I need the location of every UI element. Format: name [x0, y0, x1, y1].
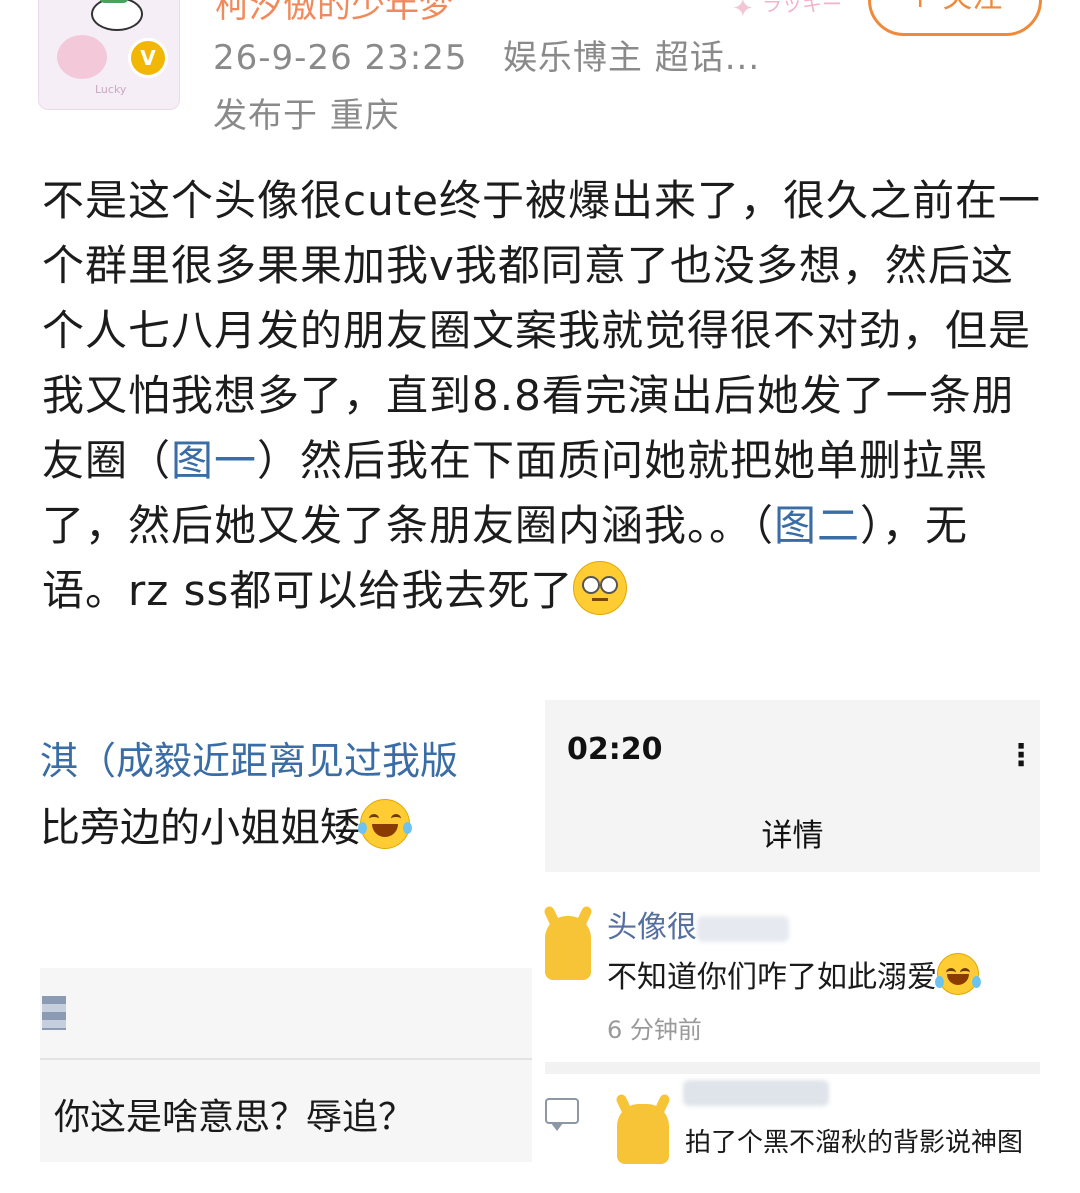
comment-bubble-icon — [545, 1098, 579, 1131]
image-1-line2: 比旁边的小姐姐矮 — [40, 795, 540, 853]
image-link-1[interactable]: 图一 — [171, 436, 257, 485]
tears-of-joy-emoji-icon — [358, 799, 412, 849]
comment-time: 6 分钟前 — [607, 1016, 702, 1044]
post-timestamp: 26-9-26 23:25 — [213, 38, 468, 78]
decoration-text: ラッキー — [762, 0, 842, 16]
image-chat-fragment[interactable]: 你这是啥意思？辱追？ — [40, 968, 532, 1162]
divider — [40, 1058, 532, 1060]
avatar-hat-shape — [99, 0, 129, 3]
blurred-name — [697, 915, 789, 942]
comment-text: 不知道你们咋了如此溺爱 — [607, 952, 981, 996]
screenshot-header: 02:20 ⋮ 详情 — [545, 700, 1040, 872]
screenshot-title: 详情 — [761, 818, 824, 854]
image-1-fragment[interactable]: 淇（成毅近距离见过我版 比旁边的小姐姐矮 — [40, 730, 540, 853]
verified-badge-icon: V — [128, 38, 168, 78]
moment-comment: 头像很 不知道你们咋了如此溺爱 6 分钟前 — [545, 872, 1040, 1062]
image-1-line1: 淇（成毅近距离见过我版 — [40, 739, 459, 783]
follow-button[interactable]: + 关注 — [868, 0, 1042, 36]
avatar-caption: Lucky — [95, 83, 127, 96]
moment-text: 拍了个黑不溜秋的背影说神图 — [685, 1128, 1024, 1158]
post-text: 不是这个头像很cute终于被爆出来了，很久之前在一个群里很多果果加我v我都同意了… — [42, 168, 1042, 623]
post-location: 发布于 重庆 — [213, 96, 400, 136]
pixel-avatar-icon — [42, 996, 66, 1030]
blurred-name — [683, 1080, 829, 1106]
eye-roll-emoji-icon — [573, 561, 628, 615]
image-link-2[interactable]: 图二 — [774, 501, 860, 550]
chat-message: 你这是啥意思？辱追？ — [54, 1097, 415, 1138]
avatar-bunny-shape — [57, 35, 107, 79]
sparkle-icon: ✦ — [732, 0, 754, 24]
username[interactable]: 柯汐傲的少年梦 — [215, 0, 453, 26]
more-icon: ⋮ — [1006, 738, 1036, 773]
moment-post: 拍了个黑不溜秋的背影说神图 — [545, 1074, 1040, 1193]
commenter-name: 头像很 — [607, 902, 789, 946]
image-2-screenshot[interactable]: 02:20 ⋮ 详情 头像很 不知道你们咋了如此溺爱 6 分钟前 拍了个黑不溜秋… — [545, 700, 1040, 1193]
post-meta: 26-9-26 23:25 娱乐博主 超话... — [213, 30, 760, 79]
tears-of-joy-emoji-icon — [935, 953, 981, 995]
divider — [545, 1062, 1040, 1074]
author-tags[interactable]: 娱乐博主 超话... — [503, 38, 760, 78]
duck-avatar-icon — [617, 1104, 669, 1164]
duck-avatar-icon — [545, 916, 591, 980]
status-bar-time: 02:20 — [567, 732, 663, 767]
avatar-face-shape — [91, 0, 143, 31]
